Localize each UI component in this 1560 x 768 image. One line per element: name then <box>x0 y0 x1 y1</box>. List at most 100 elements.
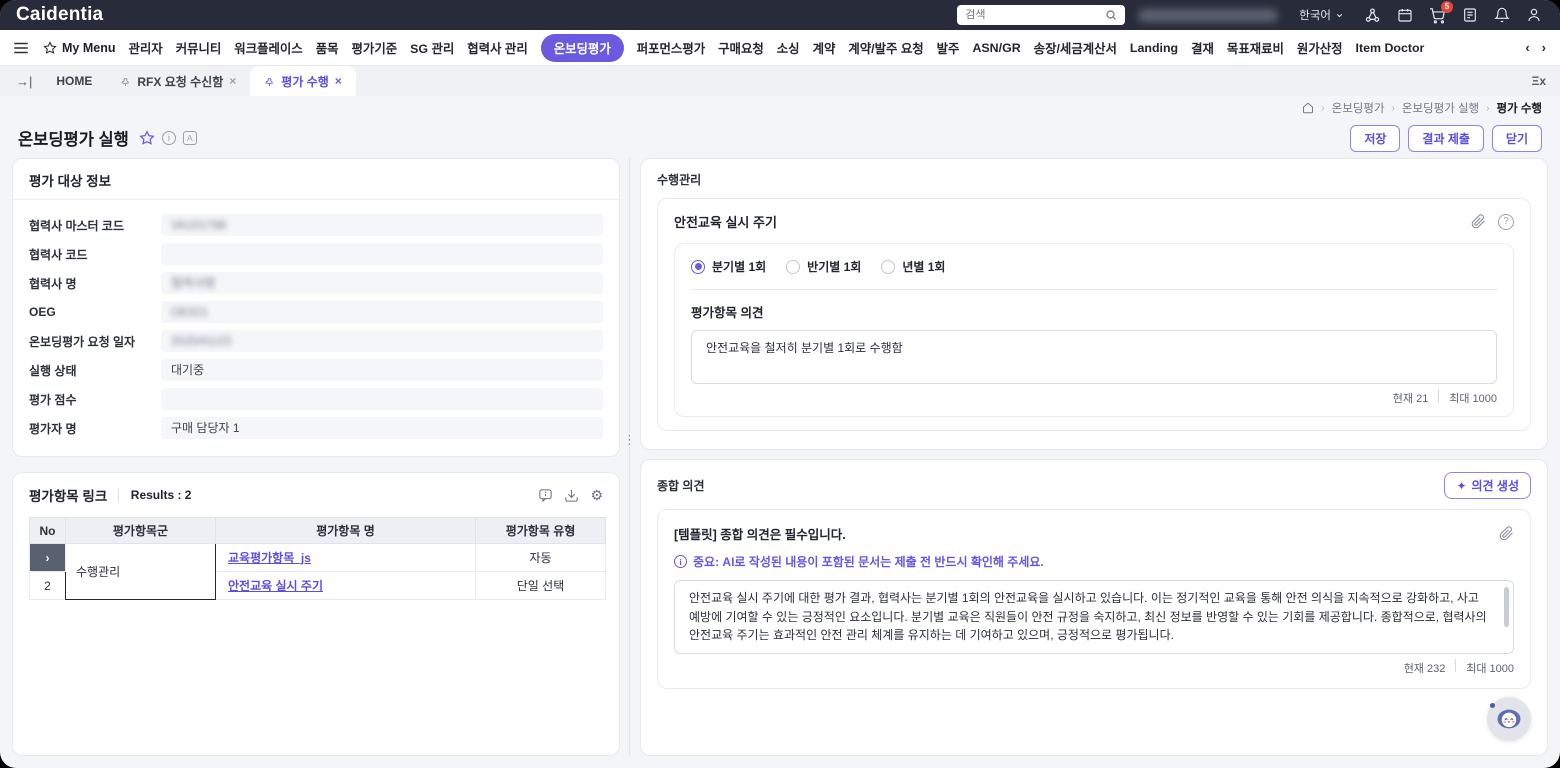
item-link[interactable]: 교육평가항목_js <box>228 551 311 565</box>
group-cell-selected[interactable]: 수행관리 <box>66 544 216 600</box>
global-search[interactable] <box>957 5 1125 25</box>
close-button[interactable]: 닫기 <box>1492 125 1542 152</box>
field-oeg: OEG OE021 <box>29 301 603 323</box>
menu-item-onboarding-eval[interactable]: 온보딩평가 <box>541 34 624 62</box>
breadcrumb-item[interactable]: 온보딩평가 <box>1332 100 1385 116</box>
menu-item-purchase-request[interactable]: 구매요청 <box>718 39 764 57</box>
home-icon[interactable] <box>1302 102 1314 114</box>
notice-text: 중요: AI로 작성된 내용이 포함된 문서는 제출 전 반드시 확인해 주세요… <box>693 553 1044 570</box>
menu-item-landing[interactable]: Landing <box>1130 41 1178 55</box>
download-icon[interactable] <box>564 488 579 503</box>
field-partner-code: 협력사 코드 <box>29 243 603 265</box>
field-label: 온보딩평가 요청 일자 <box>29 333 161 350</box>
eval-item-box: 안전교육 실시 주기 ? 분기별 1회 <box>657 198 1531 431</box>
search-input[interactable] <box>965 9 1105 21</box>
chatbot-avatar-icon <box>1492 702 1526 736</box>
menu-scroll-left-icon[interactable]: ‹ <box>1525 40 1529 55</box>
close-all-tabs-icon[interactable]: Ξx <box>1532 74 1560 88</box>
menu-item-sg-mgmt[interactable]: SG 관리 <box>410 39 454 57</box>
opinion-textarea[interactable]: 안전교육을 철저히 분기별 1회로 수행함 <box>691 330 1497 384</box>
calendar-icon[interactable] <box>1397 7 1413 23</box>
menu-item-admin[interactable]: 관리자 <box>128 39 162 57</box>
menu-scroll-right-icon[interactable]: › <box>1542 40 1546 55</box>
pin-icon[interactable] <box>264 76 275 87</box>
close-icon[interactable]: × <box>229 74 236 88</box>
paperclip-icon[interactable] <box>1499 526 1514 541</box>
main-content: 평가 대상 정보 협력사 마스터 코드 VA101788 협력사 코드 협력사 … <box>0 156 1560 768</box>
tab-expand-icon[interactable]: →| <box>6 74 42 89</box>
menu-item-cost-estimation[interactable]: 원가산정 <box>1297 39 1343 57</box>
bell-icon[interactable] <box>1494 7 1510 23</box>
menu-item-community[interactable]: 커뮤니티 <box>176 39 222 57</box>
help-icon[interactable]: ? <box>1498 214 1514 230</box>
cart-badge: 5 <box>1441 1 1453 13</box>
counter-max: 최대 1000 <box>1466 660 1514 676</box>
info-icon[interactable]: i <box>162 131 176 145</box>
sitemap-icon[interactable] <box>1364 7 1381 24</box>
answer-box: 분기별 1회 반기별 1회 년별 1회 평 <box>674 243 1514 417</box>
field-label: 협력사 명 <box>29 275 161 292</box>
table-header-row: No 평가항목군 평가항목 명 평가항목 유형 <box>30 518 606 544</box>
menu-item-contract[interactable]: 계약 <box>813 39 836 57</box>
tab-bar: →| HOME RFX 요청 수신함 × 평가 수행 × Ξx <box>0 66 1560 96</box>
overall-opinion-textarea[interactable]: 안전교육 실시 주기에 대한 평가 결과, 협력사는 분기별 1회의 안전교육을… <box>674 580 1514 654</box>
menu-item-performance-eval[interactable]: 퍼포먼스평가 <box>637 39 705 57</box>
tab-rfx-inbox[interactable]: RFX 요청 수신함 × <box>106 66 250 96</box>
radio-dot <box>786 260 800 274</box>
menu-item-approval[interactable]: 결재 <box>1191 39 1214 57</box>
breadcrumb: › 온보딩평가 › 온보딩평가 실행 › 평가 수행 <box>0 96 1560 120</box>
user-icon[interactable] <box>1526 7 1542 23</box>
tab-eval-execute[interactable]: 평가 수행 × <box>250 66 356 96</box>
drag-handle-icon[interactable]: ⋮ <box>623 433 636 447</box>
settings-icon[interactable]: ⚙ <box>590 488 603 502</box>
field-value: 구매 담당자 1 <box>161 417 603 439</box>
masked-value: 2025/01/23 <box>171 334 231 348</box>
radio-quarterly[interactable]: 분기별 1회 <box>691 258 766 275</box>
menu-item-asn-gr[interactable]: ASN/GR <box>972 41 1020 55</box>
menu-item-invoice-tax[interactable]: 송장/세금계산서 <box>1034 39 1117 57</box>
scrollbar-thumb[interactable] <box>1504 587 1509 627</box>
menu-item-my-menu[interactable]: My Menu <box>43 41 115 55</box>
menu-item-workplace[interactable]: 워크플레이스 <box>234 39 302 57</box>
menu-item-order[interactable]: 발주 <box>937 39 960 57</box>
paperclip-icon[interactable] <box>1471 214 1486 229</box>
cart-icon[interactable]: 5 <box>1429 7 1446 24</box>
language-selector[interactable]: 한국어 <box>1299 7 1344 23</box>
item-link[interactable]: 안전교육 실시 주기 <box>228 579 323 593</box>
col-header-name: 평가항목 명 <box>216 518 476 544</box>
memo-icon[interactable]: A <box>183 131 197 145</box>
menu-item-sourcing[interactable]: 소싱 <box>777 39 800 57</box>
menu-item-target-material-cost[interactable]: 목표재료비 <box>1227 39 1284 57</box>
pin-icon[interactable] <box>120 76 131 87</box>
table-row[interactable]: › 수행관리 교육평가항목_js 자동 <box>30 544 606 572</box>
hamburger-icon[interactable] <box>12 39 30 57</box>
submit-result-button[interactable]: 결과 제출 <box>1408 125 1484 152</box>
favorite-star-icon[interactable] <box>139 130 155 146</box>
menu-item-contract-order-request[interactable]: 계약/발주 요청 <box>848 39 923 57</box>
close-icon[interactable]: × <box>335 74 342 88</box>
field-value: 협력사명 <box>161 272 603 294</box>
tab-home[interactable]: HOME <box>42 66 106 96</box>
main-menu-bar: My Menu 관리자 커뮤니티 워크플레이스 품목 평가기준 SG 관리 협력… <box>0 30 1560 66</box>
field-label: 협력사 마스터 코드 <box>29 217 161 234</box>
tooltip-icon[interactable] <box>538 488 553 503</box>
breadcrumb-item[interactable]: 온보딩평가 실행 <box>1402 100 1479 116</box>
radio-dot <box>691 260 705 274</box>
menu-item-eval-criteria[interactable]: 평가기준 <box>352 39 398 57</box>
radio-label: 분기별 1회 <box>712 258 766 275</box>
menu-item-item-doctor[interactable]: Item Doctor <box>1356 41 1425 55</box>
masked-value: VA101788 <box>171 218 226 232</box>
row-selector-cell[interactable]: › <box>30 544 66 572</box>
document-icon[interactable] <box>1462 7 1478 23</box>
menu-item-partner-mgmt[interactable]: 협력사 관리 <box>467 39 527 57</box>
radio-yearly[interactable]: 년별 1회 <box>881 258 945 275</box>
radio-semiannual[interactable]: 반기별 1회 <box>786 258 861 275</box>
save-button[interactable]: 저장 <box>1350 125 1400 152</box>
generate-opinion-button[interactable]: ✦ 의견 생성 <box>1444 472 1531 499</box>
chatbot-button[interactable] <box>1487 697 1531 741</box>
field-label: OEG <box>29 305 161 319</box>
language-label: 한국어 <box>1299 7 1331 23</box>
menu-item-items[interactable]: 품목 <box>316 39 339 57</box>
char-counter: 현재 232 │ 최대 1000 <box>674 660 1514 676</box>
overall-section-label: 종합 의견 <box>657 477 705 494</box>
